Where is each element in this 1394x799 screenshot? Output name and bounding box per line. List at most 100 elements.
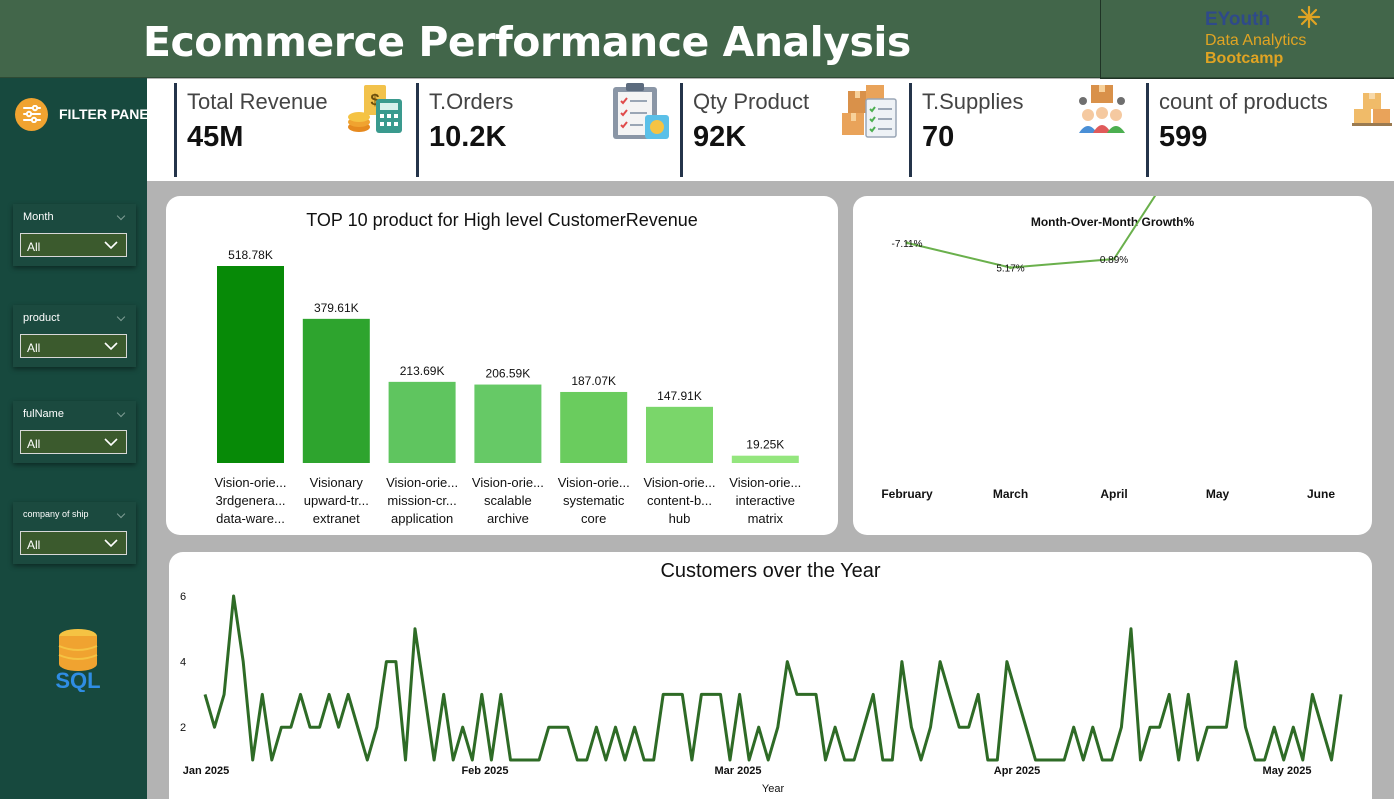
data-label: 19.25K [746, 438, 784, 452]
slicer-title: company of ship [23, 509, 89, 519]
brand-subtitle: Data Analytics [1205, 32, 1307, 49]
data-label: 5.17% [996, 264, 1024, 275]
x-tick-label: March [993, 487, 1028, 501]
bar [560, 391, 628, 463]
x-tick-label: scalable [484, 493, 532, 508]
dropdown-value: All [27, 437, 41, 451]
slicer-title: fulName [23, 408, 64, 420]
calculator-coins-icon: $ [348, 85, 402, 133]
chevron-down-icon[interactable] [116, 509, 126, 519]
kpi-label: Qty Product [693, 89, 810, 114]
x-tick-label: extranet [313, 511, 360, 526]
data-label: 147.91K [657, 389, 702, 403]
bar [646, 406, 713, 463]
kpi-value: 92K [693, 121, 747, 153]
x-tick-label: Vision-orie... [558, 475, 630, 490]
kpi-divider [174, 83, 177, 177]
x-tick-label: Feb 2025 [461, 765, 508, 777]
box-stack-icon [1352, 93, 1392, 126]
x-tick-label: matrix [748, 511, 784, 526]
fulname-dropdown[interactable]: All [20, 430, 127, 454]
y-tick-label: 2 [180, 722, 186, 734]
kpi-value: 10.2K [429, 121, 507, 153]
page-title: Ecommerce Performance Analysis [143, 18, 911, 66]
x-tick-label: Mar 2025 [714, 765, 761, 777]
kpi-card-count-of-products: count of products 599 [1146, 79, 1394, 181]
x-tick-label: Vision-orie... [214, 475, 286, 490]
sql-logo-text: SQL [55, 668, 100, 692]
filter-sliders-icon [15, 97, 48, 131]
y-tick-label: 4 [180, 657, 186, 669]
sun-icon [1297, 5, 1321, 29]
bar [474, 384, 542, 463]
sql-database-icon: SQL [55, 629, 101, 692]
kpi-value: 45M [187, 121, 244, 153]
boxes-checklist-icon [842, 85, 897, 138]
company-of-ship-dropdown[interactable]: All [20, 531, 127, 555]
slicer-fulname: fulName All [13, 401, 136, 463]
x-tick-label: Jan 2025 [183, 765, 229, 777]
kpi-card-total-supplies: T.Supplies 70 [909, 79, 1142, 181]
x-tick-label: core [581, 511, 606, 526]
clipboard-checklist-icon [613, 83, 669, 139]
data-label: 187.07K [571, 374, 616, 388]
bar-chart: 518.78K Vision-orie... 3rdgenera... data-wa… [214, 248, 801, 526]
kpi-label: T.Orders [429, 89, 514, 114]
x-tick-label: hub [669, 511, 691, 526]
filter-panel-header[interactable]: FILTER PANE [15, 97, 149, 131]
slicer-product: product All [13, 305, 136, 367]
x-tick-label: April [1100, 487, 1127, 501]
slicer-month: Month All [13, 204, 136, 266]
chevron-down-icon[interactable] [116, 408, 126, 418]
month-dropdown[interactable]: All [20, 233, 127, 257]
dropdown-value: All [27, 240, 41, 254]
x-tick-label: mission-cr... [387, 493, 456, 508]
kpi-divider [680, 83, 683, 177]
product-dropdown[interactable]: All [20, 334, 127, 358]
data-label: 206.59K [486, 367, 531, 381]
slicer-title: Month [23, 211, 54, 223]
x-tick-label: Vision-orie... [729, 475, 801, 490]
chevron-down-icon[interactable] [116, 312, 126, 322]
filter-sidebar: FILTER PANE Month All product All fulNam… [0, 78, 149, 799]
top-products-chart-card: TOP 10 product for High level CustomerRe… [166, 196, 838, 535]
x-tick-label: May [1206, 487, 1230, 501]
chevron-down-icon[interactable] [116, 211, 126, 221]
x-tick-label: application [391, 511, 453, 526]
kpi-value: 599 [1159, 121, 1208, 153]
chevron-down-icon [104, 342, 118, 351]
x-tick-label: systematic [563, 493, 625, 508]
x-axis-title: Year [762, 783, 785, 795]
kpi-value: 70 [922, 121, 955, 153]
kpi-label: count of products [1159, 89, 1328, 114]
header-bar: Ecommerce Performance Analysis EYouth Da… [0, 0, 1394, 79]
brand-name: EYouth [1205, 9, 1271, 30]
data-label: 213.69K [400, 364, 445, 378]
series-line [203, 594, 1343, 762]
filter-panel-label: FILTER PANE [59, 106, 149, 122]
dropdown-value: All [27, 341, 41, 355]
kpi-label: Total Revenue [187, 89, 328, 114]
x-tick-label: upward-tr... [304, 493, 369, 508]
x-tick-label: June [1307, 487, 1335, 501]
x-tick-label: May 2025 [1263, 765, 1312, 777]
slicer-title: product [23, 312, 60, 324]
bar [217, 266, 284, 463]
suppliers-people-icon [1079, 85, 1125, 133]
x-tick-label: February [881, 487, 933, 501]
mom-growth-chart-card: Month-Over-Month Growth% -7.11% February 5… [853, 196, 1372, 535]
kpi-card-total-revenue: Total Revenue 45M $ [174, 79, 414, 181]
x-tick-label: interactive [736, 493, 795, 508]
data-label: 518.78K [228, 248, 273, 262]
x-tick-label: data-ware... [216, 511, 285, 526]
kpi-card-qty-product: Qty Product 92K [680, 79, 905, 181]
x-tick-label: Vision-orie... [386, 475, 458, 490]
brand-logo: EYouth Data Analytics Bootcamp [1100, 0, 1394, 79]
dropdown-value: All [27, 538, 41, 552]
bar [388, 381, 456, 463]
kpi-label: T.Supplies [922, 89, 1024, 114]
brand-program: Bootcamp [1205, 50, 1284, 67]
mom-line-chart: -7.11%February5.17%March0.89%April-78.37… [881, 196, 1335, 501]
chevron-down-icon [104, 438, 118, 447]
y-tick-label: 6 [180, 591, 186, 603]
